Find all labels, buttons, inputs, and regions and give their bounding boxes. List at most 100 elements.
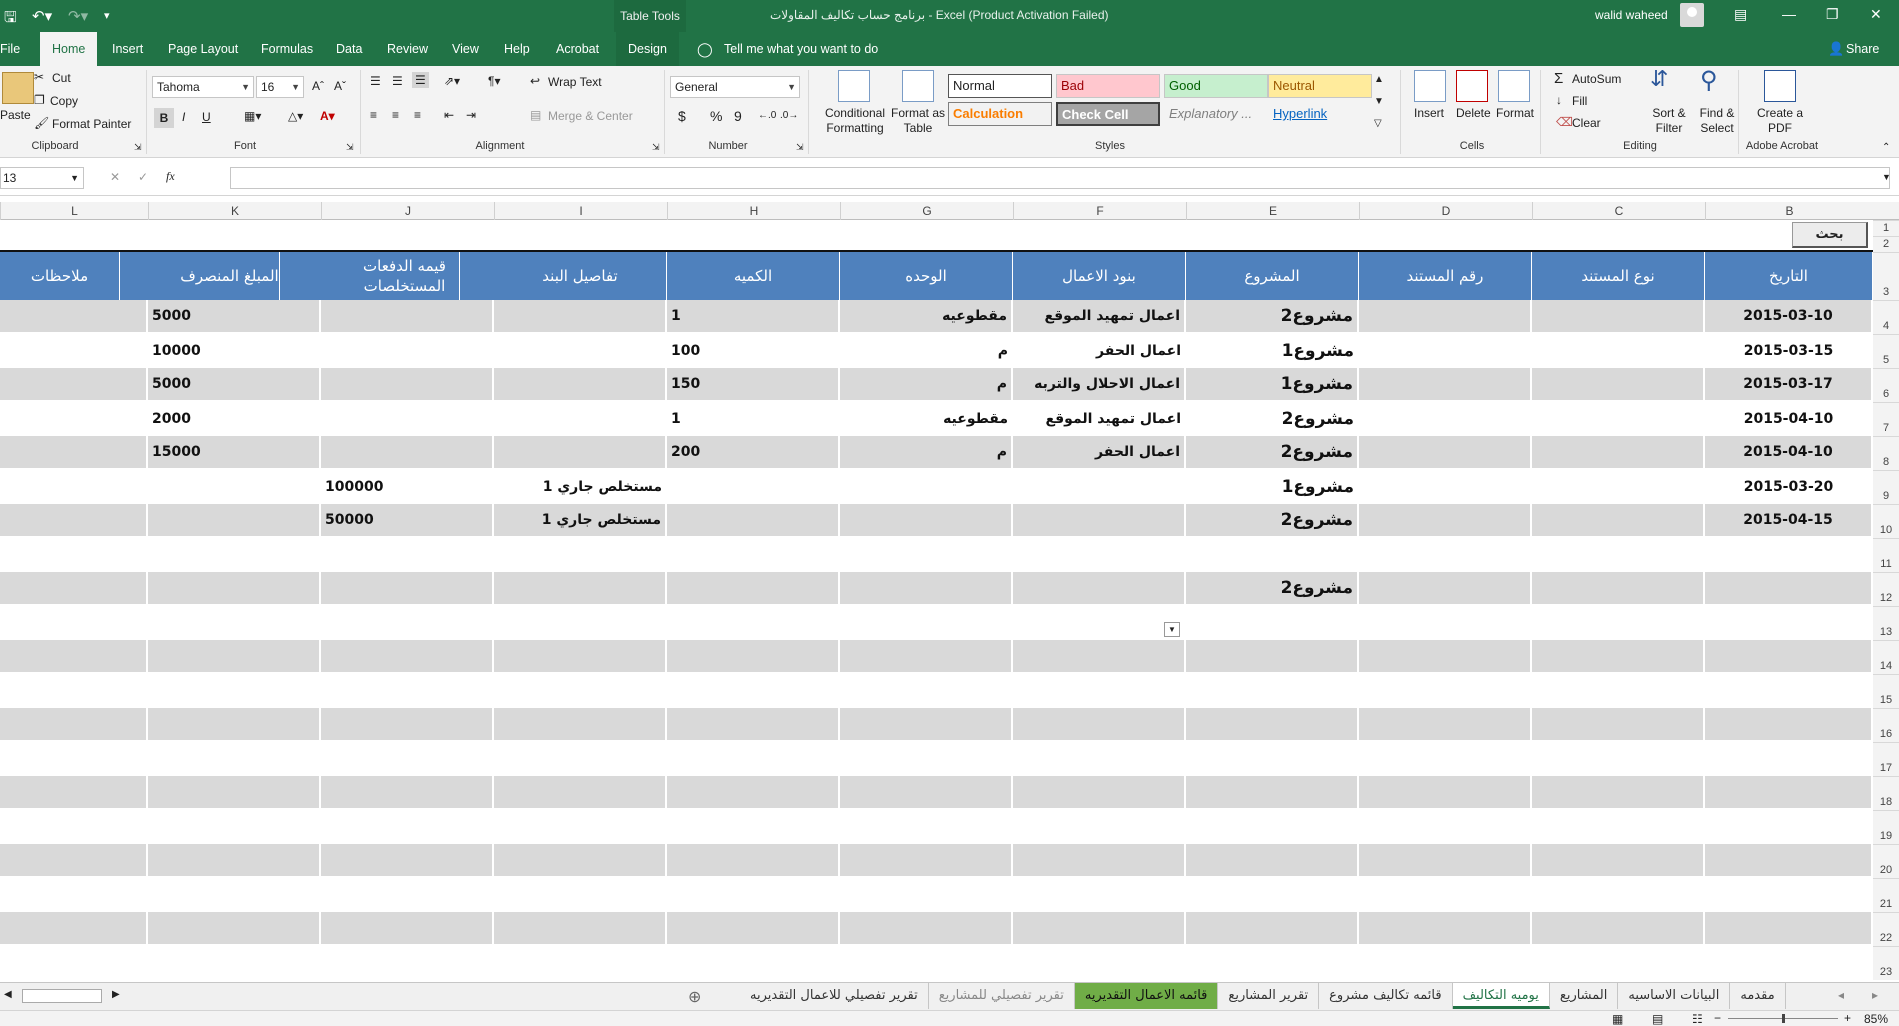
font-color-icon[interactable]: A▾ <box>320 109 335 123</box>
cell-project[interactable] <box>1186 878 1359 912</box>
wrap-text-button[interactable]: Wrap Text <box>548 75 602 89</box>
cell-qty[interactable] <box>667 742 840 776</box>
tell-me-search[interactable]: Tell me what you want to do <box>724 32 878 66</box>
cell-unit[interactable] <box>840 470 1013 504</box>
cell-date[interactable]: 2015-03-20 <box>1705 470 1873 504</box>
header-unit[interactable]: الوحده <box>840 252 1013 300</box>
cell-payments[interactable] <box>321 606 494 640</box>
cell-qty[interactable]: 100 <box>667 334 840 368</box>
expand-formula-icon[interactable]: ▼ <box>1882 172 1891 182</box>
cell-amount[interactable] <box>148 878 321 912</box>
number-launcher-icon[interactable]: ⇲ <box>796 142 804 153</box>
header-notes[interactable]: ملاحظات <box>0 252 120 300</box>
cell-project[interactable]: مشروع1 <box>1186 470 1359 504</box>
ribbon-display-icon[interactable]: ▤ <box>1734 6 1747 23</box>
cell-date[interactable] <box>1705 912 1873 946</box>
row-number[interactable]: 6 <box>1873 368 1899 402</box>
row-number[interactable]: 22 <box>1873 912 1899 946</box>
cell-project[interactable] <box>1186 946 1359 980</box>
align-middle-icon[interactable]: ☰ <box>392 74 403 88</box>
cell-project[interactable] <box>1186 912 1359 946</box>
cell-amount[interactable] <box>148 776 321 810</box>
cell-qty[interactable] <box>667 504 840 538</box>
cell-project[interactable] <box>1186 674 1359 708</box>
cell-doc-type[interactable] <box>1532 470 1705 504</box>
formula-input[interactable] <box>230 167 1890 189</box>
cell-payments[interactable] <box>321 436 494 470</box>
cell-details[interactable] <box>494 946 667 980</box>
cell-amount[interactable] <box>148 742 321 776</box>
cell-payments[interactable] <box>321 878 494 912</box>
row-number[interactable]: 3 <box>1873 252 1899 300</box>
cell-doc-type[interactable] <box>1532 402 1705 436</box>
column-header-i[interactable]: I <box>494 202 667 220</box>
font-size-combo[interactable]: 16 ▼ <box>256 76 304 98</box>
row-number[interactable]: 13 <box>1873 606 1899 640</box>
undo-icon[interactable]: ↶▾ <box>32 7 52 25</box>
zoom-out-icon[interactable]: − <box>1714 1011 1721 1025</box>
cell-unit[interactable]: مقطوعيه <box>840 402 1013 436</box>
cell-payments[interactable] <box>321 538 494 572</box>
cell-qty[interactable]: 1 <box>667 300 840 334</box>
alignment-launcher-icon[interactable]: ⇲ <box>652 142 660 153</box>
tab-data[interactable]: Data <box>336 32 362 66</box>
cell-amount[interactable] <box>148 470 321 504</box>
cell-payments[interactable] <box>321 368 494 402</box>
cell-date[interactable] <box>1705 572 1873 606</box>
cell-details[interactable] <box>494 368 667 402</box>
row-number[interactable]: 17 <box>1873 742 1899 776</box>
worksheet-grid[interactable]: 1 2 بحث وانتقال 3 ملاحظات المبلغ المنصرف… <box>0 220 1899 982</box>
cell-doc-type[interactable] <box>1532 810 1705 844</box>
cell-qty[interactable]: 200 <box>667 436 840 470</box>
cell-work-item[interactable] <box>1013 470 1186 504</box>
insert-cells-button[interactable]: Insert <box>1414 106 1444 120</box>
fill-color-icon[interactable]: △▾ <box>288 109 303 123</box>
cell-unit[interactable] <box>840 674 1013 708</box>
tab-design[interactable]: Design <box>616 32 679 66</box>
cell-details[interactable] <box>494 810 667 844</box>
row-number[interactable]: 23 <box>1873 946 1899 980</box>
underline-button[interactable]: U <box>202 110 211 124</box>
sheet-tab[interactable]: تقرير تفصيلي للاعمال التقديريه <box>740 983 929 1009</box>
cell-payments[interactable]: 100000 <box>321 470 494 504</box>
currency-button[interactable]: $ <box>678 108 686 124</box>
cell-notes[interactable] <box>0 436 148 470</box>
customize-qat-icon[interactable]: ▾ <box>104 9 110 22</box>
delete-cells-button[interactable]: Delete <box>1456 106 1491 120</box>
cell-qty[interactable] <box>667 470 840 504</box>
cell-amount[interactable]: 5000 <box>148 368 321 402</box>
decrease-decimal-icon[interactable]: .0→ <box>780 110 798 121</box>
cell-work-item[interactable] <box>1013 742 1186 776</box>
sheet-tab[interactable]: قائمه الاعمال التقديريه <box>1074 983 1219 1009</box>
cell-doc-type[interactable] <box>1532 504 1705 538</box>
cell-qty[interactable] <box>667 810 840 844</box>
cell-doc-no[interactable] <box>1359 674 1532 708</box>
sheet-tab[interactable]: البيانات الاساسيه <box>1618 983 1731 1009</box>
style-bad[interactable]: Bad <box>1056 74 1160 98</box>
cell-project[interactable] <box>1186 708 1359 742</box>
cell-doc-no[interactable] <box>1359 640 1532 674</box>
cell-unit[interactable] <box>840 844 1013 878</box>
cell-work-item[interactable] <box>1013 674 1186 708</box>
cell-notes[interactable] <box>0 470 148 504</box>
cell-qty[interactable] <box>667 538 840 572</box>
cell-payments[interactable] <box>321 946 494 980</box>
bold-button[interactable]: B <box>154 108 174 128</box>
cell-date[interactable]: 2015-03-17 <box>1705 368 1873 402</box>
cell-unit[interactable] <box>840 776 1013 810</box>
cell-date[interactable] <box>1705 946 1873 980</box>
row-number[interactable]: 11 <box>1873 538 1899 572</box>
cell-unit[interactable] <box>840 538 1013 572</box>
header-payments[interactable]: قيمه الدفعات المستخلصات <box>350 252 460 300</box>
sheet-tab[interactable]: يوميه التكاليف <box>1452 983 1550 1009</box>
cell-qty[interactable] <box>667 844 840 878</box>
cell-payments[interactable] <box>321 912 494 946</box>
row-number[interactable]: 18 <box>1873 776 1899 810</box>
tab-home[interactable]: Home <box>40 32 98 66</box>
cell-project[interactable] <box>1186 538 1359 572</box>
create-pdf-button[interactable]: Create a PDF <box>1752 106 1808 136</box>
row-number[interactable]: 15 <box>1873 674 1899 708</box>
align-bottom-icon[interactable]: ☰ <box>412 72 429 88</box>
row-number[interactable]: 2 <box>1873 236 1899 252</box>
cell-payments[interactable] <box>321 776 494 810</box>
